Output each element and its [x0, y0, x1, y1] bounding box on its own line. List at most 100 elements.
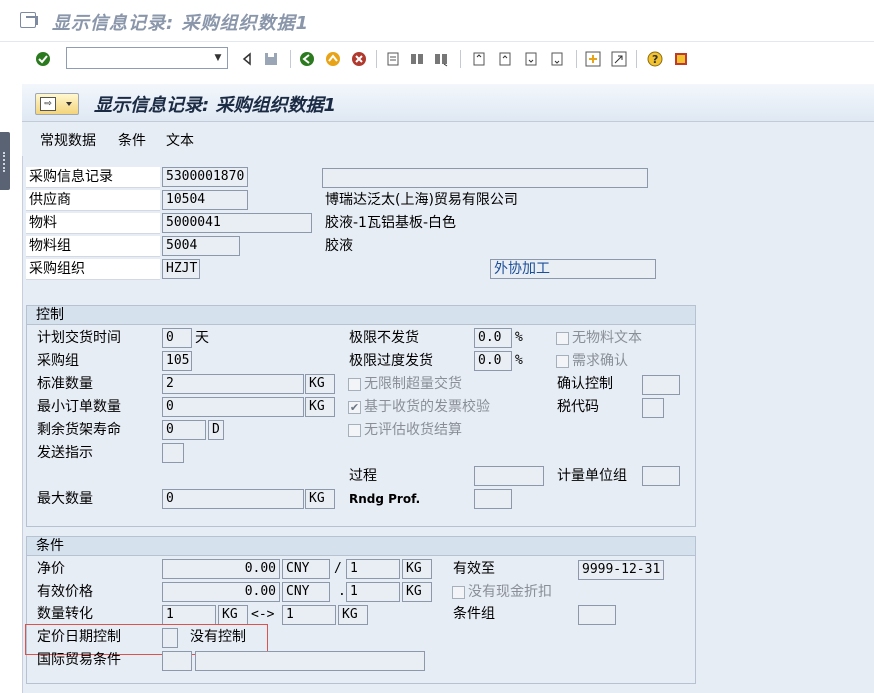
- planned-delivery-field[interactable]: 0: [162, 328, 192, 348]
- min-order-unit: KG: [305, 397, 335, 417]
- no-eval-label: 无评估收货结算: [364, 422, 462, 438]
- eff-price-field[interactable]: 0.00: [162, 582, 280, 602]
- cond-group-field[interactable]: [578, 605, 616, 625]
- rndg-prof-field[interactable]: [474, 489, 512, 509]
- valid-to-field[interactable]: 9999-12-31: [578, 560, 664, 580]
- title-bar: 显示信息记录: 采购组织数据1: [0, 0, 874, 42]
- ack-req-checkbox[interactable]: [556, 355, 569, 368]
- purch-org-field[interactable]: HZJT: [162, 259, 200, 279]
- min-order-field[interactable]: 0: [162, 397, 304, 417]
- max-qty-label: 最大数量: [37, 491, 93, 507]
- planned-delivery-label: 计划交货时间: [37, 330, 121, 346]
- control-group-heading: 控制: [27, 306, 695, 325]
- dropdown-arrow-icon[interactable]: ▼: [211, 50, 225, 66]
- tax-code-field[interactable]: [642, 398, 664, 418]
- material-group-field[interactable]: 5004: [162, 236, 240, 256]
- rndg-prof-label: Rndg Prof.: [349, 492, 421, 506]
- help-icon[interactable]: ?: [646, 50, 664, 68]
- enter-check-icon[interactable]: [34, 50, 52, 68]
- no-cash-disc-checkbox[interactable]: [452, 586, 465, 599]
- overdel-field[interactable]: 0.0: [474, 351, 512, 371]
- gr-based-iv-checkbox[interactable]: ✔: [348, 401, 361, 414]
- tab-texts[interactable]: 文本: [166, 130, 194, 150]
- next-page-icon[interactable]: [522, 50, 540, 68]
- info-record-field[interactable]: 5300001870: [162, 167, 248, 187]
- incoterms-description-field[interactable]: [195, 651, 425, 671]
- underdel-label: 极限不发货: [349, 330, 419, 346]
- cond-group-label: 条件组: [453, 606, 495, 622]
- std-qty-field[interactable]: 2: [162, 374, 304, 394]
- menu-tabs: 常规数据 条件 文本: [22, 122, 874, 156]
- back-icon[interactable]: [298, 50, 316, 68]
- incoterms-field[interactable]: [162, 651, 192, 671]
- tab-general-data[interactable]: 常规数据: [40, 130, 96, 150]
- no-eval-checkbox[interactable]: [348, 424, 361, 437]
- other-view-button[interactable]: ⇨: [35, 93, 79, 115]
- layout-menu-icon[interactable]: [672, 50, 690, 68]
- eff-price-unit: KG: [402, 582, 432, 602]
- toolbar: ▼ ?: [0, 42, 874, 76]
- shipping-instr-field[interactable]: [162, 443, 184, 463]
- underdel-field[interactable]: 0.0: [474, 328, 512, 348]
- command-field[interactable]: ▼: [66, 47, 228, 69]
- incoterms-label: 国际贸易条件: [37, 652, 121, 668]
- exit-icon[interactable]: [20, 12, 38, 28]
- material-group-label: 物料组: [26, 236, 160, 257]
- uom-group-field[interactable]: [642, 466, 680, 486]
- max-qty-field[interactable]: 0: [162, 489, 304, 509]
- net-price-currency: CNY: [282, 559, 330, 579]
- shipping-instr-label: 发送指示: [37, 445, 93, 461]
- std-qty-label: 标准数量: [37, 376, 93, 392]
- ack-req-label: 需求确认: [572, 353, 628, 369]
- qty-conv-arrow: <->: [251, 607, 275, 622]
- material-group-description: 胶液: [325, 238, 353, 254]
- overdel-label: 极限过度发货: [349, 353, 433, 369]
- exit-up-icon[interactable]: [324, 50, 342, 68]
- tax-code-label: 税代码: [557, 399, 599, 415]
- save-icon[interactable]: [262, 50, 280, 68]
- no-cash-disc-label: 没有现金折扣: [468, 584, 552, 600]
- qty-conv-from-field[interactable]: 1: [162, 605, 216, 625]
- no-mat-text-checkbox[interactable]: [556, 332, 569, 345]
- info-record-label: 采购信息记录: [26, 167, 160, 188]
- eff-price-per-field[interactable]: 1: [346, 582, 400, 602]
- top-right-field[interactable]: [322, 168, 648, 188]
- purch-group-field[interactable]: 105: [162, 351, 192, 371]
- vendor-name: 博瑞达泛太(上海)贸易有限公司: [325, 192, 518, 208]
- conf-ctrl-label: 确认控制: [557, 376, 613, 392]
- shortcut-icon[interactable]: [610, 50, 628, 68]
- vendor-label: 供应商: [26, 190, 160, 211]
- gr-based-iv-label: 基于收货的发票校验: [364, 399, 490, 415]
- material-label: 物料: [26, 213, 160, 234]
- sidebar-handle[interactable]: [0, 132, 10, 190]
- last-page-icon[interactable]: [548, 50, 566, 68]
- no-mat-text-label: 无物料文本: [572, 330, 642, 346]
- vendor-field[interactable]: 10504: [162, 190, 248, 210]
- net-price-field[interactable]: 0.00: [162, 559, 280, 579]
- find-icon[interactable]: [408, 50, 426, 68]
- tab-conditions[interactable]: 条件: [118, 130, 146, 150]
- net-price-slash: /: [334, 561, 342, 576]
- material-description: 胶液-1瓦铝基板-白色: [325, 215, 457, 231]
- conf-ctrl-field[interactable]: [642, 375, 680, 395]
- conditions-group-heading: 条件: [27, 537, 695, 556]
- qty-conv-to-field[interactable]: 1: [282, 605, 336, 625]
- shelf-life-field[interactable]: 0: [162, 420, 206, 440]
- net-price-label: 净价: [37, 561, 65, 577]
- cancel-icon[interactable]: [350, 50, 368, 68]
- print-icon[interactable]: [384, 50, 402, 68]
- material-field[interactable]: 5000041: [162, 213, 312, 233]
- page-title: 显示信息记录: 采购组织数据1: [94, 95, 336, 116]
- net-price-unit: KG: [402, 559, 432, 579]
- procedure-field[interactable]: [474, 466, 544, 486]
- underdel-unit: %: [515, 330, 523, 345]
- back-triangle-icon[interactable]: [238, 50, 256, 68]
- first-page-icon[interactable]: [470, 50, 488, 68]
- new-session-icon[interactable]: [584, 50, 602, 68]
- max-qty-unit: KG: [305, 489, 335, 509]
- unlimited-overdel-checkbox[interactable]: [348, 378, 361, 391]
- prev-page-icon[interactable]: [496, 50, 514, 68]
- find-next-icon[interactable]: [432, 50, 450, 68]
- net-price-per-field[interactable]: 1: [346, 559, 400, 579]
- window-title: 显示信息记录: 采购组织数据1: [52, 13, 309, 34]
